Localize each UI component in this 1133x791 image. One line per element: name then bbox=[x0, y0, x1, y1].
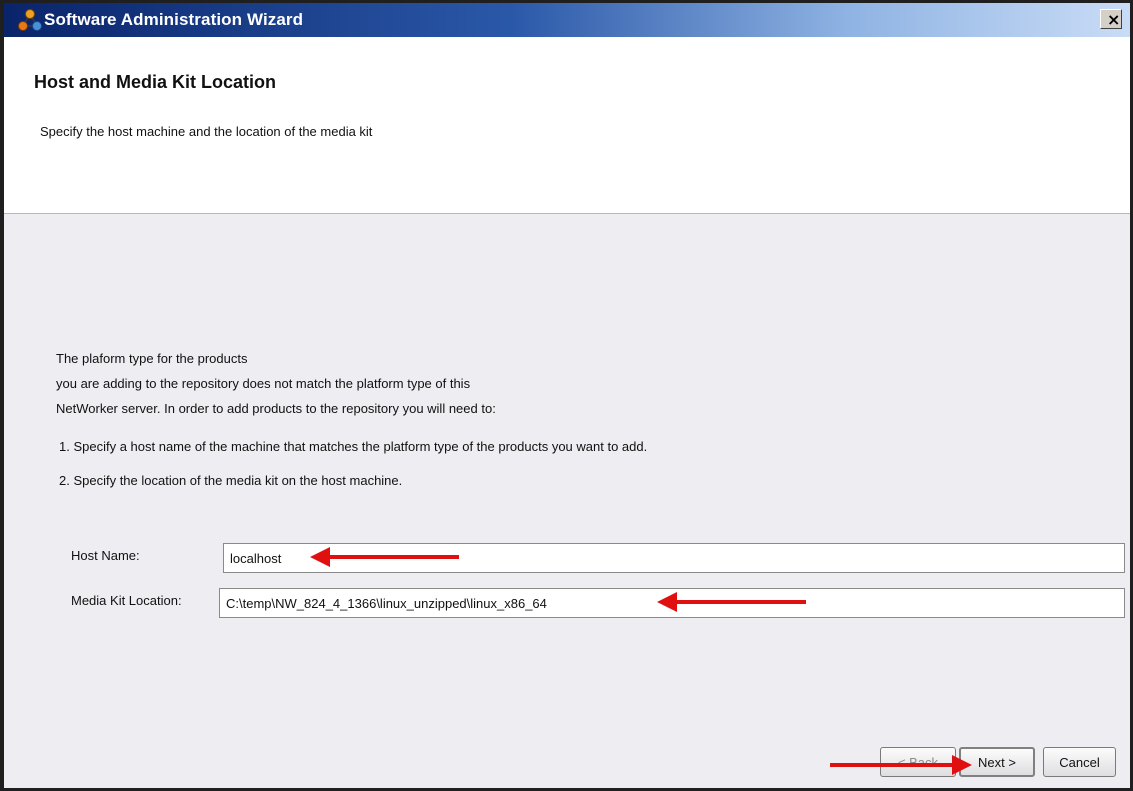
wizard-window: Software Administration Wizard × Host an… bbox=[0, 0, 1133, 791]
back-button[interactable]: < Back bbox=[880, 747, 956, 777]
instruction-step-1: 1. Specify a host name of the machine th… bbox=[59, 439, 648, 454]
page-title: Host and Media Kit Location bbox=[34, 72, 277, 92]
host-name-label: Host Name: bbox=[71, 548, 140, 563]
next-button[interactable]: Next > bbox=[959, 747, 1035, 777]
instruction-step-2: 2. Specify the location of the media kit… bbox=[59, 473, 403, 488]
media-kit-location-input[interactable] bbox=[219, 588, 1125, 618]
page-subtitle: Specify the host machine and the locatio… bbox=[40, 124, 373, 139]
window-title: Software Administration Wizard bbox=[44, 10, 304, 29]
wizard-app-icon bbox=[18, 9, 42, 31]
wizard-content bbox=[4, 214, 1130, 788]
title-bar[interactable]: Software Administration Wizard × bbox=[4, 3, 1130, 37]
host-name-input[interactable] bbox=[223, 543, 1125, 573]
message-line-2: you are adding to the repository does no… bbox=[56, 376, 471, 391]
cancel-button[interactable]: Cancel bbox=[1043, 747, 1116, 777]
message-line-1: The plaform type for the products bbox=[56, 351, 248, 366]
message-line-3: NetWorker server. In order to add produc… bbox=[56, 401, 496, 416]
media-kit-location-label: Media Kit Location: bbox=[71, 593, 182, 608]
wizard-header: Host and Media Kit Location Specify the … bbox=[4, 37, 1130, 214]
close-icon: × bbox=[1107, 10, 1121, 29]
close-button[interactable]: × bbox=[1100, 9, 1122, 29]
